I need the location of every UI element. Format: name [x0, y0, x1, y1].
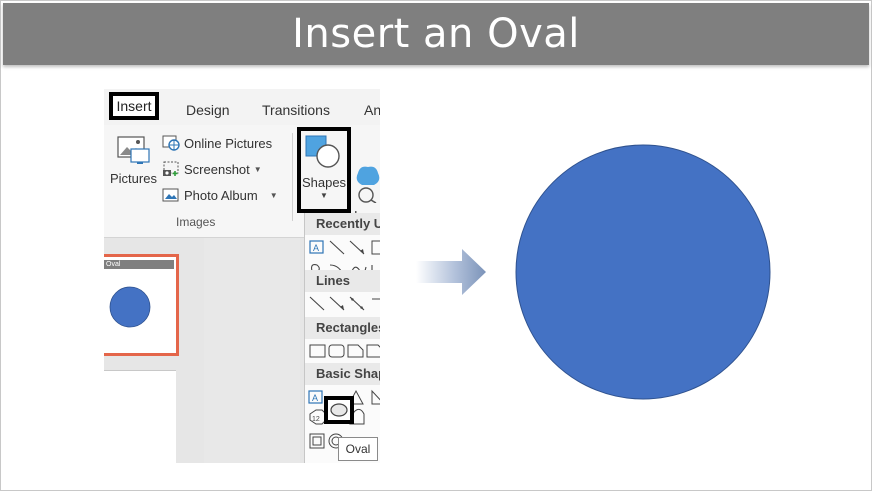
slide-title: Insert an Oval [292, 11, 580, 57]
title-bar: Insert an Oval [3, 3, 869, 65]
inserted-oval[interactable] [513, 143, 775, 405]
pictures-label: Pictures [110, 171, 157, 186]
thumbnail-oval-icon [109, 286, 151, 328]
online-pictures-button[interactable]: Online Pictures [162, 135, 272, 151]
slide-thumbnail-next[interactable] [104, 370, 176, 463]
slide-thumbnail-selected[interactable]: Oval [104, 254, 179, 356]
shapes-icon [305, 135, 340, 168]
powerpoint-screenshot: Insert Design Transitions An Pictures On… [104, 89, 380, 463]
rectangle-shapes-row[interactable] [308, 343, 380, 359]
oval-shape-button[interactable] [324, 396, 354, 424]
category-lines: Lines [305, 270, 380, 292]
ribbon-separator [292, 133, 293, 221]
images-group-label: Images [176, 215, 216, 229]
tab-transitions[interactable]: Transitions [262, 102, 330, 118]
arrow-right-icon [416, 249, 486, 295]
chevron-down-icon: ▼ [320, 191, 328, 200]
category-rectangles: Rectangles [305, 317, 380, 339]
photo-album-button[interactable]: Photo Album ▼ [162, 187, 278, 203]
tab-design[interactable]: Design [186, 102, 230, 118]
screenshot-button[interactable]: Screenshot ▼ [162, 161, 262, 177]
chevron-down-icon: ▼ [253, 164, 262, 174]
shapes-gallery: Recently U A Lines Rectangles Basic Shap… [304, 213, 380, 463]
tab-animations[interactable]: An [364, 102, 380, 118]
tab-insert[interactable]: Insert [109, 92, 159, 120]
online-pictures-icon [162, 135, 180, 151]
screenshot-icon [163, 161, 179, 176]
svg-text:A: A [312, 393, 318, 403]
shapes-button[interactable]: Shapes ▼ [297, 127, 351, 213]
category-recently-used: Recently U [305, 213, 380, 235]
svg-text:A: A [313, 243, 319, 253]
category-basic-shapes: Basic Shap [305, 363, 380, 385]
pictures-icon [117, 136, 150, 164]
chevron-down-icon: ▼ [269, 190, 278, 200]
shapes-label: Shapes [301, 175, 347, 190]
oval-icon [330, 403, 348, 417]
line-shapes-row[interactable] [308, 295, 380, 313]
ribbon-tabs: Insert Design Transitions An [104, 89, 380, 125]
photo-album-icon [162, 188, 179, 202]
slide: Insert an Oval Insert Design Transitions… [0, 0, 872, 491]
slide-canvas-area [204, 238, 300, 463]
oval-tooltip: Oval [338, 437, 378, 461]
pictures-button[interactable]: Pictures [110, 135, 157, 195]
icons-icon [356, 166, 380, 204]
svg-text:12: 12 [312, 416, 320, 423]
